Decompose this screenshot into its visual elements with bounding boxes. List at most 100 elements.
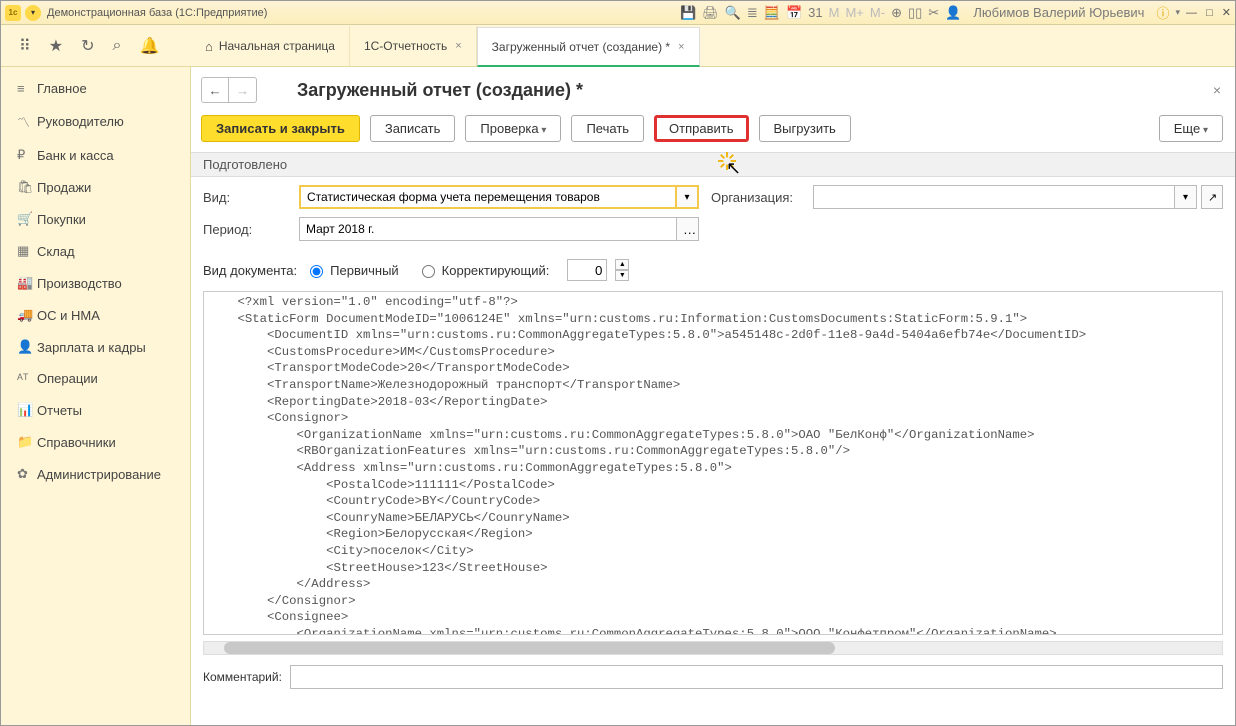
minimize-button[interactable]: — xyxy=(1186,7,1197,19)
tab-close-icon[interactable]: × xyxy=(678,41,684,53)
m-plus-icon[interactable]: M+ xyxy=(845,5,863,20)
zoom-icon[interactable]: ⊕ xyxy=(891,5,902,21)
truck-icon: 🚚 xyxy=(17,307,37,323)
tab-loaded-report[interactable]: Загруженный отчет (создание) * × xyxy=(477,27,700,67)
user-icon[interactable]: 👤 xyxy=(945,5,961,21)
current-user[interactable]: Любимов Валерий Юрьевич xyxy=(973,5,1144,20)
more-button[interactable]: Еще xyxy=(1159,115,1223,142)
vid-input[interactable] xyxy=(299,185,677,209)
period-select-button[interactable]: … xyxy=(677,217,699,241)
apps-grid-icon[interactable]: ⠿ xyxy=(19,36,31,56)
tools-icon[interactable]: ✂ xyxy=(928,5,939,21)
tab-1c-reporting[interactable]: 1С-Отчетность × xyxy=(350,26,477,66)
org-input[interactable] xyxy=(813,185,1175,209)
navigation-sidebar: ≡Главное 〽Руководителю ₽Банк и касса 🛍Пр… xyxy=(1,67,191,725)
corrective-number-input[interactable] xyxy=(567,259,607,281)
org-dropdown-button[interactable]: ▾ xyxy=(1175,185,1197,209)
radio-corrective[interactable]: Корректирующий: xyxy=(417,262,550,278)
sidebar-item-directories[interactable]: 📁Справочники xyxy=(1,426,190,458)
sidebar-item-main[interactable]: ≡Главное xyxy=(1,73,190,104)
sidebar-item-production[interactable]: 🏭Производство xyxy=(1,267,190,299)
send-button[interactable]: Отправить xyxy=(654,115,748,142)
chart-icon: 〽 xyxy=(17,112,37,131)
org-open-button[interactable]: ↗ xyxy=(1201,185,1223,209)
page-toolbar: Записать и закрыть Записать Проверка Печ… xyxy=(191,107,1235,152)
sidebar-item-label: Склад xyxy=(37,244,75,259)
export-button[interactable]: Выгрузить xyxy=(759,115,851,142)
sidebar-item-label: Продажи xyxy=(37,180,91,195)
app-menu-dropdown-icon[interactable]: ▾ xyxy=(25,5,41,21)
favorites-icon[interactable]: ★ xyxy=(49,36,63,56)
vid-label: Вид: xyxy=(203,190,299,205)
sidebar-item-bank[interactable]: ₽Банк и касса xyxy=(1,139,190,171)
tab-bar: ⌂ Начальная страница 1С-Отчетность × Заг… xyxy=(191,25,1235,66)
radio-primary-input[interactable] xyxy=(310,265,323,278)
sidebar-item-label: Производство xyxy=(37,276,122,291)
maximize-button[interactable]: □ xyxy=(1206,7,1213,19)
bag-icon: 🛍 xyxy=(17,179,37,195)
factory-icon: 🏭 xyxy=(17,275,37,291)
panels-icon[interactable]: ▯▯ xyxy=(908,5,922,21)
sidebar-item-label: Администрирование xyxy=(37,467,161,482)
main-content: ← → Загруженный отчет (создание) * × Зап… xyxy=(191,67,1235,725)
folder-icon: 📁 xyxy=(17,434,37,450)
calculator-icon[interactable]: 🧮 xyxy=(764,5,780,21)
sidebar-item-assets[interactable]: 🚚ОС и НМА xyxy=(1,299,190,331)
date-icon[interactable]: 31 xyxy=(808,5,822,20)
sidebar-item-label: Главное xyxy=(37,81,87,96)
vid-dropdown-button[interactable]: ▾ xyxy=(677,185,699,209)
period-input[interactable] xyxy=(299,217,677,241)
window-titlebar: 1c ▾ Демонстрационная база (1С:Предприят… xyxy=(1,1,1235,25)
close-window-button[interactable]: ✕ xyxy=(1222,7,1231,19)
preview-icon[interactable]: 🔍 xyxy=(725,5,741,21)
sidebar-item-warehouse[interactable]: ▦Склад xyxy=(1,235,190,267)
sidebar-item-purchases[interactable]: 🛒Покупки xyxy=(1,203,190,235)
top-toolbar: ⠿ ★ ↻ ⌕ 🔔 ⌂ Начальная страница 1С-Отчетн… xyxy=(1,25,1235,67)
app-logo-icon: 1c xyxy=(5,5,21,21)
sidebar-item-label: Справочники xyxy=(37,435,116,450)
tab-home[interactable]: ⌂ Начальная страница xyxy=(191,26,350,66)
compare-icon[interactable]: ≣ xyxy=(747,5,758,21)
ruble-icon: ₽ xyxy=(17,147,37,163)
tab-label: 1С-Отчетность xyxy=(364,39,447,53)
notifications-icon[interactable]: 🔔 xyxy=(139,36,159,56)
calendar-icon[interactable]: 📅 xyxy=(786,5,802,21)
nav-back-button[interactable]: ← xyxy=(201,77,229,103)
m-minus-icon[interactable]: M- xyxy=(870,5,885,20)
sidebar-item-reports[interactable]: 📊Отчеты xyxy=(1,394,190,426)
sidebar-item-label: Покупки xyxy=(37,212,86,227)
save-icon[interactable]: 💾 xyxy=(680,5,696,21)
corrective-spin-down[interactable]: ▼ xyxy=(615,270,629,281)
m-icon[interactable]: M xyxy=(829,5,840,20)
sidebar-item-label: Банк и касса xyxy=(37,148,114,163)
search-icon[interactable]: ⌕ xyxy=(112,37,121,55)
sidebar-item-operations[interactable]: ᴬᵀОперации xyxy=(1,363,190,394)
page-close-icon[interactable]: × xyxy=(1213,82,1221,98)
home-icon: ⌂ xyxy=(205,39,213,54)
comment-input[interactable] xyxy=(290,665,1223,689)
check-button[interactable]: Проверка xyxy=(465,115,561,142)
nav-forward-button[interactable]: → xyxy=(229,77,257,103)
corrective-spin-up[interactable]: ▲ xyxy=(615,259,629,270)
xml-content-view[interactable]: <?xml version="1.0" encoding="utf-8"?> <… xyxy=(203,291,1223,635)
save-button[interactable]: Записать xyxy=(370,115,456,142)
print-button[interactable]: Печать xyxy=(571,115,644,142)
radio-primary[interactable]: Первичный xyxy=(305,262,399,278)
history-icon[interactable]: ↻ xyxy=(81,36,94,56)
horizontal-scrollbar[interactable] xyxy=(203,641,1223,655)
radio-corrective-input[interactable] xyxy=(422,265,435,278)
print-icon[interactable]: 🖨 xyxy=(702,5,719,21)
sidebar-item-admin[interactable]: ✿Администрирование xyxy=(1,458,190,490)
period-label: Период: xyxy=(203,222,299,237)
sidebar-item-manager[interactable]: 〽Руководителю xyxy=(1,104,190,139)
tab-close-icon[interactable]: × xyxy=(455,40,461,52)
tab-label: Загруженный отчет (создание) * xyxy=(492,40,670,54)
sidebar-item-label: Отчеты xyxy=(37,403,82,418)
comment-label: Комментарий: xyxy=(203,670,282,684)
gear-icon: ✿ xyxy=(17,466,37,482)
sidebar-item-salary[interactable]: 👤Зарплата и кадры xyxy=(1,331,190,363)
info-icon[interactable]: ⓘ xyxy=(1156,3,1169,22)
tab-label: Начальная страница xyxy=(219,39,335,53)
sidebar-item-sales[interactable]: 🛍Продажи xyxy=(1,171,190,203)
save-and-close-button[interactable]: Записать и закрыть xyxy=(201,115,360,142)
